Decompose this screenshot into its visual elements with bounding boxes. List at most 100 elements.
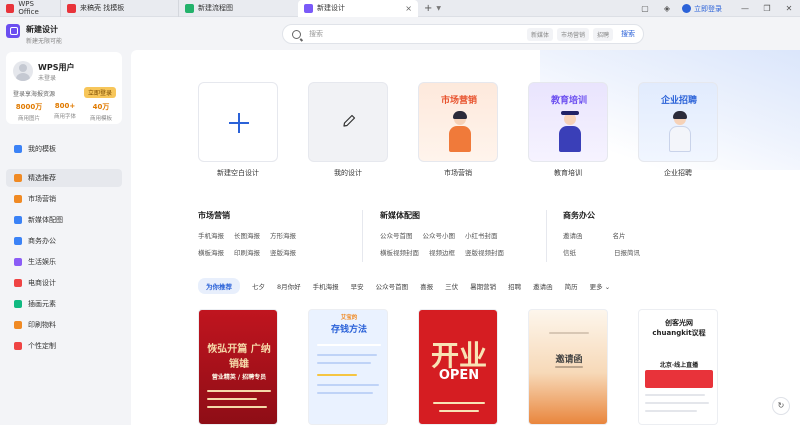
minimize-icon[interactable]: — — [734, 4, 756, 13]
filter-chip[interactable]: 喜报 — [420, 279, 433, 293]
section-link[interactable]: 视频边框 — [429, 247, 455, 257]
section-link[interactable]: 印刷海报 — [234, 247, 260, 257]
stat-images: 8000万 商用图片 — [11, 102, 47, 122]
section-link[interactable]: 小红书封面 — [465, 230, 498, 240]
sidebar-item-lifestyle[interactable]: 生活娱乐 — [6, 253, 122, 271]
person-icon — [14, 145, 22, 153]
quick-card-label: 新建空白设计 — [217, 169, 259, 177]
section-link[interactable]: 竖版海报 — [270, 247, 296, 257]
shop-icon — [14, 279, 22, 287]
search-icon — [292, 29, 301, 39]
template-card[interactable]: 开业 OPEN — [418, 309, 498, 425]
user-status: 未登录 — [38, 75, 57, 82]
close-window-icon[interactable]: ✕ — [778, 4, 800, 13]
template-card[interactable]: 邀请函 — [528, 309, 608, 425]
tab-new-design[interactable]: 新建设计 × — [298, 0, 418, 17]
sidebar-item-label: 印刷物料 — [28, 321, 56, 329]
tab-flowchart[interactable]: 新建流程图 — [178, 0, 298, 17]
section-link[interactable]: 横板海报 — [198, 247, 224, 257]
search-chip[interactable]: 新媒体 — [526, 27, 553, 41]
app-title: 新建设计 — [26, 25, 58, 34]
template-card[interactable]: 创客光网 chuangkit议程 北京·线上直播 — [638, 309, 718, 425]
template-app-icon — [67, 3, 76, 13]
my-designs-card[interactable] — [308, 82, 388, 162]
sidebar-item-ecommerce[interactable]: 电商设计 — [6, 274, 122, 292]
sidebar-item-label: 个性定制 — [28, 342, 56, 350]
filter-chip[interactable]: 手机海报 — [313, 279, 339, 293]
filter-chip[interactable]: 公众号首图 — [376, 279, 409, 293]
sidebar-item-custom[interactable]: 个性定制 — [6, 337, 122, 355]
filter-chip[interactable]: 简历 — [565, 279, 578, 293]
login-promo-text: 登录享海报资源 — [13, 91, 56, 98]
filter-chip[interactable]: 早安 — [351, 279, 364, 293]
filter-more[interactable]: 更多 ⌄ — [590, 279, 611, 293]
template-card[interactable]: 恢弘开篇 广纳销雄 营业精英 / 招聘专员 — [198, 309, 278, 425]
template-subtitle: OPEN — [438, 368, 480, 383]
section-link[interactable]: 信纸 — [563, 247, 576, 257]
filter-chip[interactable]: 邀请函 — [533, 279, 553, 293]
sidebar-item-illustration[interactable]: 插画元素 — [6, 295, 122, 313]
image-icon — [14, 216, 22, 224]
filter-chip[interactable]: 暑期营销 — [470, 279, 496, 293]
section-link[interactable]: 方形海报 — [270, 230, 296, 240]
marketing-card[interactable]: 市场营销 — [418, 82, 498, 162]
filter-chip[interactable]: 招聘 — [508, 279, 521, 293]
search-button[interactable]: 搜索 — [621, 29, 635, 39]
app-header: 新建设计 新建无限可能 搜索 新媒体 市场营销 招聘 搜索 — [0, 18, 800, 48]
filter-chip-recommended[interactable]: 为你推荐 — [198, 278, 240, 294]
sidebar-item-print[interactable]: 印刷物料 — [6, 316, 122, 334]
skin-icon[interactable]: ◈ — [656, 4, 678, 13]
sidebar-item-label: 新媒体配图 — [28, 216, 63, 224]
main-panel: 新建空白设计 我的设计 市场营销 市场营销 教育培训 教育培训 企业招聘 企业招… — [131, 50, 800, 425]
sidebar-item-label: 商务办公 — [28, 237, 56, 245]
sidebar-login-button[interactable]: 立即登录 — [83, 87, 116, 98]
recruitment-card[interactable]: 企业招聘 — [638, 82, 718, 162]
section-link[interactable]: 邀请函 — [563, 230, 583, 240]
section-link[interactable]: 长图海报 — [234, 230, 260, 240]
user-name: WPS用户 — [38, 63, 75, 72]
search-input[interactable]: 搜索 — [309, 29, 527, 39]
template-card[interactable]: 存钱方法 艾宝的 — [308, 309, 388, 425]
avatar[interactable] — [13, 61, 33, 81]
template-title: 恢弘开篇 广纳销雄 — [207, 344, 271, 370]
filter-chip[interactable]: 三伏 — [445, 279, 458, 293]
chevron-down-icon[interactable]: ▼ — [436, 5, 441, 12]
window-tile-icon[interactable]: ▢ — [634, 4, 656, 13]
flowchart-app-icon — [185, 3, 194, 13]
login-button[interactable]: 立即登录 — [682, 4, 722, 14]
sidebar-item-featured[interactable]: 精选推荐 — [6, 169, 122, 187]
new-tab-icon[interactable]: + — [424, 3, 432, 14]
app-subtitle: 新建无限可能 — [26, 38, 63, 45]
wps-logo-icon — [6, 3, 15, 13]
search-chip[interactable]: 市场营销 — [556, 27, 589, 41]
search-chip[interactable]: 招聘 — [592, 27, 613, 41]
section-link[interactable]: 公众号首图 — [380, 230, 413, 240]
new-blank-design-card[interactable] — [198, 82, 278, 162]
sidebar-item-new-media[interactable]: 新媒体配图 — [6, 211, 122, 229]
sidebar-item-business[interactable]: 商务办公 — [6, 232, 122, 250]
restore-icon[interactable]: ❐ — [756, 4, 778, 13]
section-link[interactable]: 公众号小图 — [423, 230, 456, 240]
sidebar-item-marketing[interactable]: 市场营销 — [6, 190, 122, 208]
help-chat-icon[interactable]: ↻ — [772, 397, 790, 415]
sidebar-item-label: 我的模板 — [28, 145, 56, 153]
tab-wps-office[interactable]: WPS Office — [0, 0, 60, 17]
section-link[interactable]: 手机海报 — [198, 230, 224, 240]
section-link[interactable]: 日报简讯 — [614, 247, 640, 257]
section-link[interactable]: 竖版视频封面 — [465, 247, 504, 257]
stat-value: 800+ — [54, 102, 76, 110]
close-tab-icon[interactable]: × — [405, 4, 412, 13]
user-stats: 8000万 商用图片 800+ 商用字体 40万 商用模板 — [11, 102, 119, 122]
tab-template-store[interactable]: 来稿壳 找模板 — [60, 0, 178, 17]
filter-chip[interactable]: 七夕 — [252, 279, 265, 293]
sidebar-item-my-templates[interactable]: 我的模板 — [6, 140, 122, 158]
section-link[interactable]: 名片 — [613, 230, 626, 240]
education-card[interactable]: 教育培训 — [528, 82, 608, 162]
sidebar-nav: 我的模板 精选推荐 市场营销 新媒体配图 商务办公 生活娱乐 电商设计 插画元素… — [6, 140, 122, 358]
template-subtitle: 艾宝的 — [340, 315, 358, 321]
tab-label: 新建设计 — [317, 4, 345, 12]
filter-chip[interactable]: 8月你好 — [277, 279, 301, 293]
tab-label: WPS Office — [18, 0, 39, 16]
search-bar[interactable]: 搜索 新媒体 市场营销 招聘 搜索 — [282, 24, 644, 44]
section-link[interactable]: 横板视频封面 — [380, 247, 419, 257]
